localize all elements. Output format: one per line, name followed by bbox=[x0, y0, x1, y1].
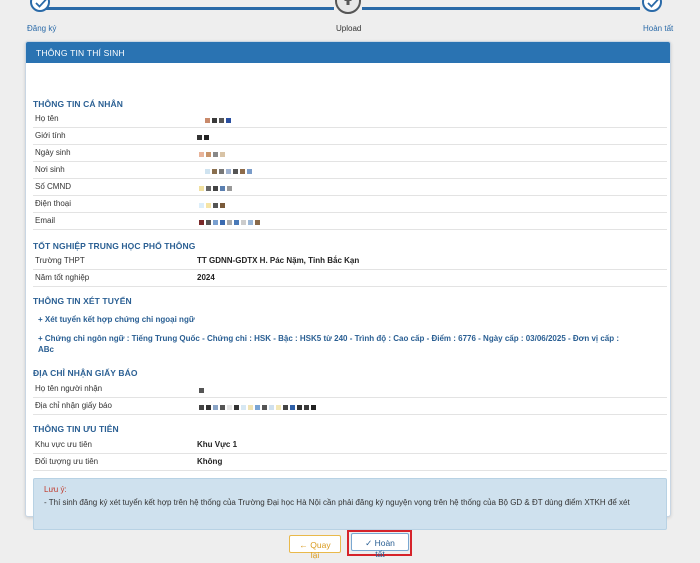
redacted-value bbox=[199, 218, 262, 225]
label-priority-object: Đối tượng ưu tiên bbox=[35, 457, 99, 466]
section-title-admission: THÔNG TIN XÉT TUYỂN bbox=[33, 296, 132, 306]
redacted-value bbox=[199, 386, 206, 393]
step-connector bbox=[42, 7, 334, 10]
redacted-value bbox=[199, 184, 234, 191]
value-priority-object: Không bbox=[197, 457, 223, 466]
value-priority-area: Khu Vực 1 bbox=[197, 440, 238, 449]
arrow-left-icon: ← bbox=[299, 540, 308, 550]
label-school: Trường THPT bbox=[35, 256, 85, 265]
section-title-priority: THÔNG TIN ƯU TIÊN bbox=[33, 424, 119, 434]
admission-method: + Xét tuyển kết hợp chứng chỉ ngoại ngữ bbox=[38, 315, 195, 324]
label-receiver: Họ tên người nhận bbox=[35, 384, 103, 393]
label-grad-year: Năm tốt nghiệp bbox=[35, 273, 90, 282]
label-priority-area: Khu vực ưu tiên bbox=[35, 440, 92, 449]
check-icon: ✓ bbox=[365, 538, 373, 548]
panel-title: THÔNG TIN THÍ SINH bbox=[26, 42, 670, 63]
row-priority-object: Đối tượng ưu tiên Không bbox=[33, 454, 667, 471]
note-box: Lưu ý: - Thí sinh đăng ký xét tuyển kết … bbox=[33, 478, 667, 530]
redacted-value bbox=[205, 167, 254, 174]
upload-icon bbox=[335, 0, 361, 14]
value-school: TT GDNN-GDTX H. Pác Nặm, Tỉnh Bắc Kạn bbox=[197, 256, 360, 265]
note-title: Lưu ý: bbox=[44, 485, 67, 494]
step-finish-check-icon bbox=[642, 0, 662, 12]
row-birthplace: Nơi sinh bbox=[33, 162, 667, 179]
row-full-name: Họ tên bbox=[33, 111, 667, 128]
back-button[interactable]: ← Quay lại bbox=[289, 535, 341, 560]
label-birthplace: Nơi sinh bbox=[35, 165, 65, 174]
note-text: - Thí sinh đăng ký xét tuyển kết hợp trê… bbox=[44, 498, 630, 507]
row-email: Email bbox=[33, 213, 667, 230]
label-gender: Giới tính bbox=[35, 131, 66, 140]
step-label-upload: Upload bbox=[336, 24, 362, 33]
row-id-number: Số CMND bbox=[33, 179, 667, 196]
redacted-value bbox=[197, 133, 211, 140]
step-label-finish: Hoàn tất bbox=[643, 24, 674, 33]
value-grad-year: 2024 bbox=[197, 273, 215, 282]
row-priority-area: Khu vực ưu tiên Khu Vực 1 bbox=[33, 437, 667, 454]
progress-stepper: Đăng ký Upload Hoàn tất bbox=[0, 0, 700, 38]
redacted-value bbox=[199, 403, 318, 410]
step-label-register: Đăng ký bbox=[27, 24, 57, 33]
back-button-label: Quay lại bbox=[310, 540, 331, 560]
finish-button[interactable]: ✓ Hoàn tất bbox=[351, 533, 409, 559]
step-connector bbox=[362, 7, 640, 10]
label-id-number: Số CMND bbox=[35, 182, 72, 191]
row-receiver: Họ tên người nhận bbox=[33, 381, 667, 398]
certificate-issuer: ABc bbox=[38, 345, 55, 354]
row-birthdate: Ngày sinh bbox=[33, 145, 667, 162]
candidate-info-panel: THÔNG TIN THÍ SINH THÔNG TIN CÁ NHÂN Họ … bbox=[25, 41, 671, 530]
section-title-mailing: ĐỊA CHỈ NHẬN GIẤY BÁO bbox=[33, 368, 138, 378]
redacted-value bbox=[199, 201, 227, 208]
admission-certificate: + Chứng chỉ ngôn ngữ : Tiếng Trung Quốc … bbox=[38, 333, 668, 355]
label-birthdate: Ngày sinh bbox=[35, 148, 71, 157]
step-register-check-icon bbox=[30, 0, 50, 12]
label-address: Địa chỉ nhận giấy báo bbox=[35, 401, 112, 410]
row-phone: Điện thoại bbox=[33, 196, 667, 213]
certificate-details: + Chứng chỉ ngôn ngữ : Tiếng Trung Quốc … bbox=[38, 334, 620, 343]
section-title-highschool: TỐT NGHIỆP TRUNG HỌC PHỔ THÔNG bbox=[33, 241, 196, 251]
section-title-personal: THÔNG TIN CÁ NHÂN bbox=[33, 99, 123, 109]
redacted-value bbox=[199, 150, 227, 157]
row-address: Địa chỉ nhận giấy báo bbox=[33, 398, 667, 415]
label-email: Email bbox=[35, 216, 56, 225]
row-school: Trường THPT TT GDNN-GDTX H. Pác Nặm, Tỉn… bbox=[33, 253, 667, 270]
row-grad-year: Năm tốt nghiệp 2024 bbox=[33, 270, 667, 287]
label-phone: Điện thoại bbox=[35, 199, 72, 208]
label-full-name: Họ tên bbox=[35, 114, 59, 123]
row-gender: Giới tính bbox=[33, 128, 667, 145]
redacted-value bbox=[205, 116, 233, 123]
